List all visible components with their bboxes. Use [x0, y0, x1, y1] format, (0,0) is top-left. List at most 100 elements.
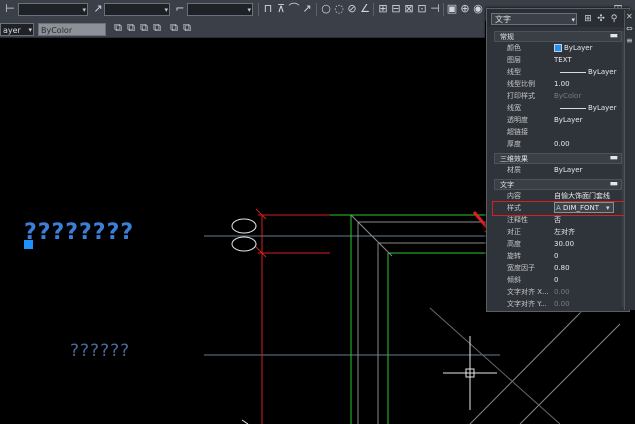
property-value[interactable]: 30.00: [554, 239, 622, 250]
diagonal-line: [429, 307, 561, 424]
draworder-front-icon[interactable]: ⧉: [112, 22, 124, 34]
dim-break-icon[interactable]: ⊣: [429, 3, 441, 15]
center-mark-icon[interactable]: ⊕: [459, 3, 471, 15]
tolerance-icon[interactable]: ▣: [446, 3, 458, 15]
settings-icon[interactable]: ≡: [626, 36, 633, 45]
property-row[interactable]: 图层 TEXT: [494, 55, 622, 66]
draworder-above-icon[interactable]: ⧉: [138, 22, 150, 34]
dim-space-icon[interactable]: ⊡: [416, 3, 428, 15]
property-value[interactable]: 0.00: [554, 139, 622, 150]
property-label: 图层: [507, 56, 521, 64]
property-row[interactable]: 注释性 否: [494, 215, 622, 226]
text-front-icon[interactable]: ⧉: [168, 22, 180, 34]
property-value[interactable]: ByLayer: [560, 103, 628, 114]
property-label: 文字对齐 Y...: [507, 300, 547, 308]
property-row[interactable]: 厚度 0.00: [494, 139, 622, 150]
dim-arc-icon[interactable]: ⌒: [288, 3, 300, 15]
property-row[interactable]: 打印样式 ByColor: [494, 91, 622, 102]
property-value[interactable]: 否: [554, 215, 622, 226]
collapse-icon[interactable]: ▬: [609, 153, 618, 164]
property-row[interactable]: 宽度因子 0.80: [494, 263, 622, 274]
linetype-swatch-icon: [560, 71, 586, 73]
table-style-icon[interactable]: ⌐: [174, 3, 186, 15]
property-value[interactable]: TEXT: [554, 55, 622, 66]
draworder-back-icon[interactable]: ⧉: [125, 22, 137, 34]
dim-ordinate-icon[interactable]: ↗: [301, 3, 313, 15]
hatch-back-icon[interactable]: ⧉: [181, 22, 193, 34]
dim-radius-icon[interactable]: ○: [320, 3, 332, 15]
text-grip-point[interactable]: [24, 240, 33, 249]
dim-jogged-icon[interactable]: ◌: [333, 3, 345, 15]
property-row[interactable]: 线型 ByLayer: [494, 67, 622, 78]
property-value[interactable]: 0: [554, 251, 622, 262]
property-value[interactable]: ByLayer: [554, 43, 622, 54]
linear-dim-icon[interactable]: ⊢: [4, 3, 16, 15]
property-row[interactable]: 线型比例 1.00: [494, 79, 622, 90]
property-value[interactable]: 0.80: [554, 263, 622, 274]
property-row[interactable]: 文字对齐 X... 0.00: [494, 287, 622, 298]
oval-symbol: [231, 236, 257, 252]
dim-angular-icon[interactable]: ∠: [359, 3, 371, 15]
select-objects-icon[interactable]: ✣: [596, 14, 606, 24]
property-value[interactable]: ByLayer: [554, 115, 622, 126]
dim-text-question-marks[interactable]: ??????: [70, 341, 130, 361]
close-icon[interactable]: ✕: [626, 12, 633, 21]
property-value[interactable]: ByLayer: [560, 67, 628, 78]
property-row[interactable]: 颜色 ByLayer: [494, 43, 622, 54]
highlight-box: [492, 201, 626, 216]
property-row[interactable]: 透明度 ByLayer: [494, 115, 622, 126]
draworder-under-icon[interactable]: ⧉: [151, 22, 163, 34]
table-style-combo[interactable]: ▾: [187, 3, 253, 16]
quick-dim-icon[interactable]: ⊞: [377, 3, 389, 15]
diagonal-line: [469, 307, 586, 424]
property-value-text: ByLayer: [588, 68, 617, 76]
property-value: 0.00: [554, 288, 570, 296]
property-value-text: ByLayer: [564, 44, 593, 52]
property-row[interactable]: 线宽 ByLayer: [494, 103, 622, 114]
dim-style-combo[interactable]: ▾: [18, 3, 88, 16]
property-row[interactable]: 文字对齐 Y... 0.00: [494, 299, 622, 310]
palette-side-strip: ✕ ⇔ ≡: [624, 10, 635, 310]
object-type-combo[interactable]: 文字 ▾: [491, 13, 577, 25]
mleader-style-combo[interactable]: ▾: [104, 3, 170, 16]
color-swatch-icon: [554, 44, 562, 52]
property-label: 旋转: [507, 252, 521, 260]
plotstyle-combo[interactable]: ByColor: [38, 23, 106, 36]
quick-select-icon[interactable]: ⚲: [609, 14, 619, 24]
layer-combo-value: ayer: [3, 26, 21, 35]
object-type-value: 文字: [495, 15, 511, 24]
property-value[interactable]: 左对齐: [554, 227, 622, 238]
red-tick: [255, 246, 267, 258]
property-value: ByColor: [554, 92, 582, 100]
property-row[interactable]: 旋转 0: [494, 251, 622, 262]
layer-combo[interactable]: ayer ▾: [0, 23, 34, 36]
dim-aligned-icon[interactable]: ⊼: [275, 3, 287, 15]
property-label: 文字对齐 X...: [507, 288, 549, 296]
property-row[interactable]: 高度 30.00: [494, 239, 622, 250]
chevron-down-icon: ▾: [571, 16, 575, 24]
collapse-icon[interactable]: ▬: [609, 179, 618, 190]
toolbar-separator: [316, 3, 317, 16]
property-row[interactable]: 对正 左对齐: [494, 227, 622, 238]
dim-diameter-icon[interactable]: ⊘: [346, 3, 358, 15]
dim-linear-icon[interactable]: ⊓: [262, 3, 274, 15]
section-text[interactable]: 文字 ▬: [494, 179, 622, 190]
property-value[interactable]: 0: [554, 275, 622, 286]
toggle-pickadd-icon[interactable]: ⊞: [583, 14, 593, 24]
property-label: 倾斜: [507, 276, 521, 284]
section-general[interactable]: 常规 ▬: [494, 31, 622, 42]
inspect-icon[interactable]: ◉: [472, 3, 484, 15]
section-3d-effects[interactable]: 三维效果 ▬: [494, 153, 622, 164]
property-row[interactable]: 倾斜 0: [494, 275, 622, 286]
selected-text-question-marks[interactable]: ????????: [24, 220, 134, 245]
property-row[interactable]: 材质 ByLayer: [494, 165, 622, 176]
collapse-icon[interactable]: ▬: [609, 31, 618, 42]
property-value[interactable]: 1.00: [554, 79, 622, 90]
property-value[interactable]: ByLayer: [554, 165, 622, 176]
autohide-icon[interactable]: ⇔: [626, 24, 633, 33]
property-row[interactable]: 超链接: [494, 127, 622, 138]
property-label: 对正: [507, 228, 521, 236]
baseline-dim-icon[interactable]: ⊟: [390, 3, 402, 15]
multileader-icon[interactable]: ↗: [92, 3, 104, 15]
continue-dim-icon[interactable]: ⊠: [403, 3, 415, 15]
